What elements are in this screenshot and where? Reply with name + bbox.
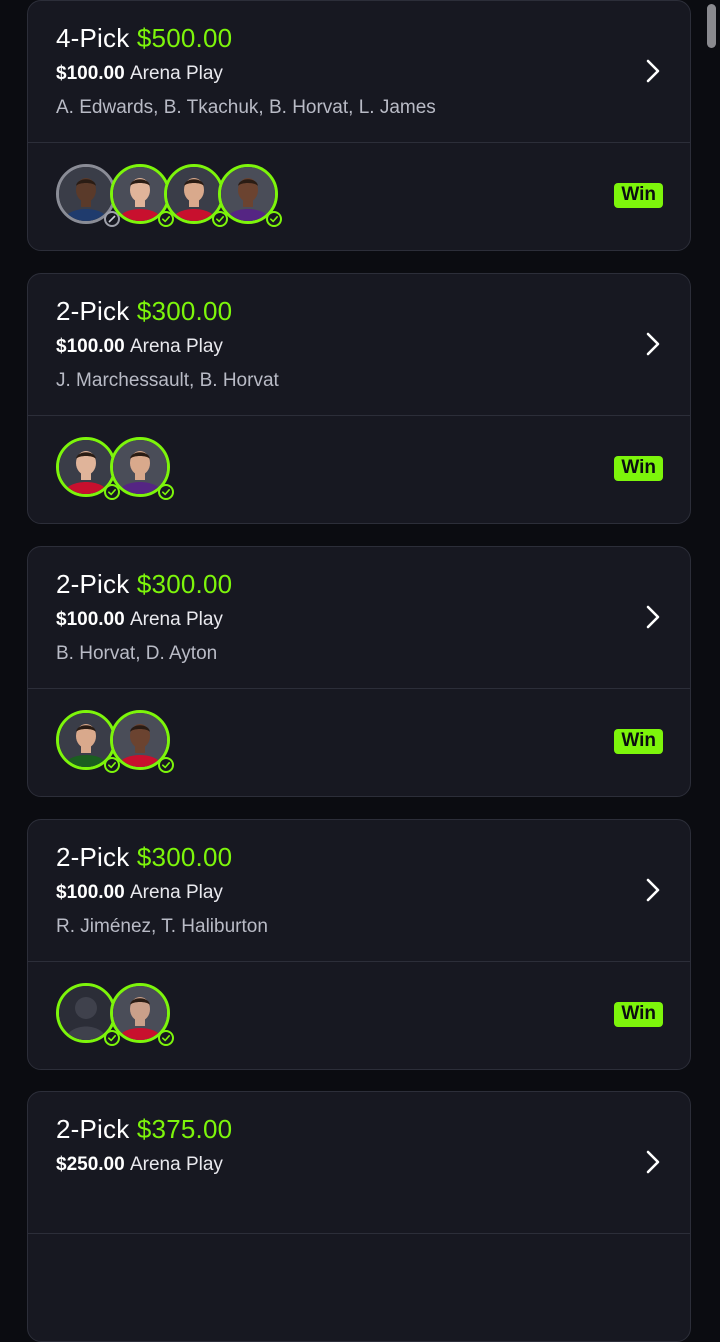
entry-title: 4-Pick $500.00 [56,23,232,54]
check-icon [158,484,174,500]
entry-card-header[interactable]: 2-Pick $300.00 $100.00 Arena Play B. Horva… [28,547,690,689]
stake-amount: $100.00 [56,63,125,84]
status-badge: Win [614,456,663,481]
player-names: A. Edwards, B. Tkachuk, B. Horvat, L. Ja… [56,97,436,118]
chevron-right-icon[interactable] [642,1148,664,1176]
entry-card-footer [28,1234,690,1341]
entry-card-header[interactable]: 2-Pick $375.00 $250.00 Arena Play [28,1092,690,1234]
chevron-right-icon[interactable] [642,57,664,85]
stake-amount: $100.00 [56,882,125,903]
pick-count: 2-Pick [56,296,130,326]
entry-title: 2-Pick $375.00 [56,1114,232,1145]
chevron-right-icon[interactable] [642,603,664,631]
player-names: J. Marchessault, B. Horvat [56,370,279,391]
play-type: Arena Play [129,882,223,903]
payout-amount: $300.00 [136,842,233,872]
stake-amount: $100.00 [56,609,125,630]
entry-stake: $100.00 Arena Play [56,336,223,358]
status-badge: Win [614,729,663,754]
entry-card-header[interactable]: 2-Pick $300.00 $100.00 Arena Play J. March… [28,274,690,416]
play-type: Arena Play [129,63,223,84]
check-icon [266,211,282,227]
entry-stake: $100.00 Arena Play [56,609,223,631]
pick-count: 2-Pick [56,569,130,599]
entry-stake: $100.00 Arena Play [56,882,223,904]
entry-card-footer: Win [28,962,690,1069]
pick-count: 2-Pick [56,1114,130,1144]
payout-amount: $375.00 [136,1114,233,1144]
entry-card[interactable]: 2-Pick $300.00 $100.00 Arena Play R. Jimén… [27,819,691,1070]
entry-stake: $250.00 Arena Play [56,1154,223,1176]
play-type: Arena Play [129,1154,223,1175]
chevron-right-icon[interactable] [642,876,664,904]
pick-count: 2-Pick [56,842,130,872]
entry-card-header[interactable]: 2-Pick $300.00 $100.00 Arena Play R. Jimén… [28,820,690,962]
payout-amount: $300.00 [136,296,233,326]
stake-amount: $250.00 [56,1154,125,1175]
status-badge: Win [614,1002,663,1027]
entry-card-header[interactable]: 4-Pick $500.00 $100.00 Arena Play A. Edwar… [28,1,690,143]
player-names: B. Horvat, D. Ayton [56,643,218,664]
pick-count: 4-Pick [56,23,130,53]
entry-card-footer: Win [28,143,690,250]
entry-title: 2-Pick $300.00 [56,569,232,600]
player-names: R. Jiménez, T. Haliburton [56,916,268,937]
entry-card[interactable]: 4-Pick $500.00 $100.00 Arena Play A. Edwar… [27,0,691,251]
check-icon [158,757,174,773]
status-badge: Win [614,183,663,208]
scrollbar[interactable] [707,4,716,48]
entry-card-footer: Win [28,689,690,796]
play-type: Arena Play [129,609,223,630]
entry-title: 2-Pick $300.00 [56,296,232,327]
payout-amount: $500.00 [136,23,233,53]
entry-stake: $100.00 Arena Play [56,63,223,85]
chevron-right-icon[interactable] [642,330,664,358]
entry-card[interactable]: 2-Pick $300.00 $100.00 Arena Play J. March… [27,273,691,524]
entry-card[interactable]: 2-Pick $300.00 $100.00 Arena Play B. Horva… [27,546,691,797]
entry-card-footer: Win [28,416,690,523]
payout-amount: $300.00 [136,569,233,599]
stake-amount: $100.00 [56,336,125,357]
play-type: Arena Play [129,336,223,357]
check-icon [158,1030,174,1046]
entry-title: 2-Pick $300.00 [56,842,232,873]
entry-card[interactable]: 2-Pick $375.00 $250.00 Arena Play [27,1091,691,1342]
